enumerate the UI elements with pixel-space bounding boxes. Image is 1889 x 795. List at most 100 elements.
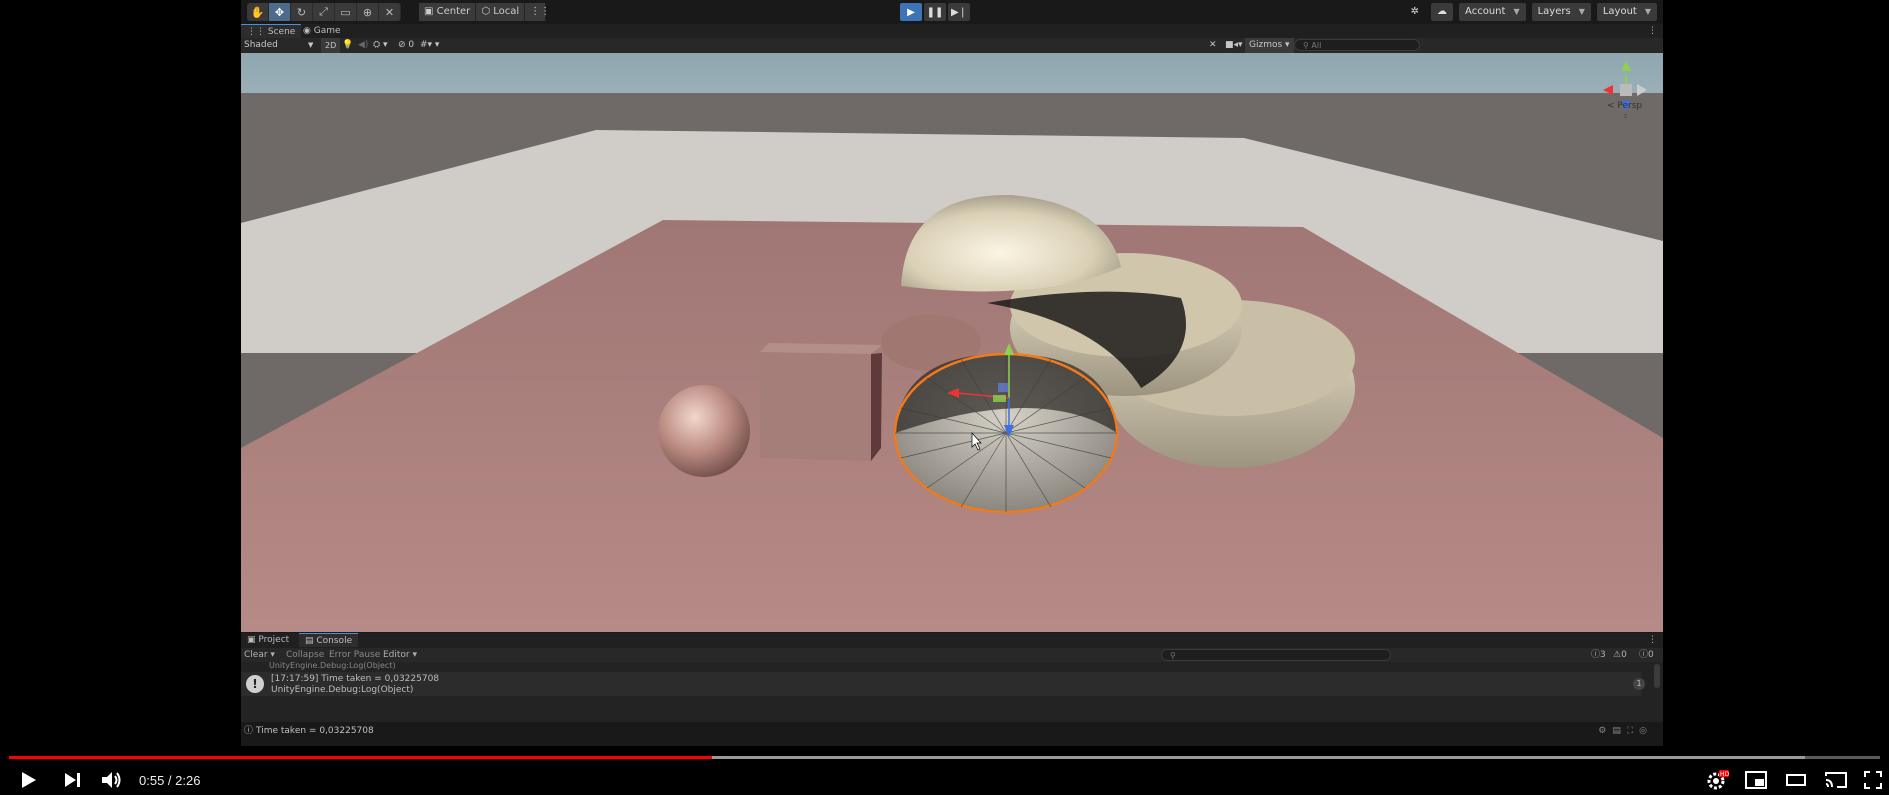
- play-button[interactable]: ▶: [900, 3, 922, 21]
- chevron-down-icon: ▼: [1513, 7, 1520, 16]
- bottom-panel-tabs: ▣ Project ▤ Console ⋮: [241, 633, 1663, 648]
- scene-search-input[interactable]: ⚲ All: [1294, 39, 1420, 51]
- play-icon[interactable]: [18, 768, 38, 792]
- more-options-icon[interactable]: ⋮: [1642, 24, 1663, 38]
- hidden-count: 0: [408, 40, 415, 50]
- effects-toggle-icon[interactable]: ⛭ ▾: [373, 38, 388, 53]
- chevron-down-icon: ▼: [1644, 7, 1651, 16]
- layout-dropdown[interactable]: Layout ▼: [1596, 3, 1657, 21]
- move-tool-icon[interactable]: ✥: [269, 3, 291, 21]
- error-filter-toggle[interactable]: ⓘ0: [1639, 648, 1654, 662]
- hand-tool-icon[interactable]: ✋: [247, 3, 269, 21]
- transform-tool-icon[interactable]: ⊕: [357, 3, 379, 21]
- cube-object[interactable]: [760, 343, 882, 461]
- chevron-down-icon: ▼: [1578, 7, 1585, 16]
- view-tabs: ⋮⋮ Scene ◉ Game ⋮: [241, 24, 1663, 38]
- editor-dropdown[interactable]: Editor ▾: [383, 648, 417, 662]
- sphere-object[interactable]: [658, 385, 750, 477]
- 2d-toggle[interactable]: 2D: [321, 38, 341, 53]
- console-toolbar: Clear ▾ Collapse Error Pause Editor ▾ ⚲ …: [241, 648, 1663, 662]
- miniplayer-icon[interactable]: [1744, 768, 1768, 792]
- pivot-mode-label: Center: [436, 6, 471, 17]
- partial-log-entry[interactable]: UnityEngine.Debug:Log(Object): [269, 662, 1669, 670]
- collab-icon[interactable]: ✲: [1405, 3, 1425, 21]
- info-icon: ⓘ: [244, 726, 254, 736]
- progress-bar[interactable]: [9, 756, 1880, 759]
- cloud-icon[interactable]: ☁: [1431, 3, 1454, 21]
- more-options-icon[interactable]: ⋮: [1642, 633, 1663, 647]
- lighting-toggle-icon[interactable]: 💡: [342, 38, 353, 53]
- clear-button[interactable]: Clear ▾: [244, 648, 275, 662]
- collapse-button[interactable]: Collapse: [286, 648, 324, 662]
- layout-label: Layout: [1602, 6, 1637, 17]
- next-icon[interactable]: [62, 768, 82, 792]
- gizmos-dropdown[interactable]: Gizmos ▾: [1245, 38, 1294, 53]
- log-filter-toggle[interactable]: ⓘ3: [1591, 648, 1606, 662]
- tab-game[interactable]: ◉ Game: [297, 24, 347, 38]
- volume-icon[interactable]: [100, 768, 124, 792]
- 2d-label: 2D: [325, 41, 337, 50]
- log-count-badge: 1: [1633, 678, 1645, 690]
- tab-project-label: Project: [258, 635, 290, 645]
- step-button[interactable]: ▶❘: [948, 3, 970, 21]
- error-pause-button[interactable]: Error Pause: [329, 648, 380, 662]
- theater-mode-icon[interactable]: [1784, 768, 1808, 792]
- custom-tool-icon[interactable]: ✕: [379, 3, 401, 21]
- log-count: 3: [1600, 650, 1606, 660]
- status-icons[interactable]: ⚙▤⛶◎: [1598, 724, 1653, 739]
- account-dropdown[interactable]: Account ▼: [1459, 3, 1526, 21]
- shading-mode-dropdown[interactable]: Shaded ▼: [244, 38, 324, 53]
- playmode-controls: ▶ ❚❚ ▶❘: [900, 3, 970, 21]
- scene-viewport[interactable]: z < Persp: [241, 53, 1663, 632]
- camera-settings-icon[interactable]: ■◂▾: [1225, 38, 1243, 53]
- error-count: 0: [1648, 650, 1654, 660]
- layers-dropdown[interactable]: Layers ▼: [1531, 3, 1591, 21]
- gizmo-center-cube[interactable]: [1620, 84, 1632, 96]
- account-label: Account: [1465, 6, 1506, 17]
- info-icon: !: [246, 675, 264, 693]
- warning-filter-toggle[interactable]: ⚠0: [1613, 648, 1627, 662]
- error-icon: ⓘ: [1639, 650, 1649, 660]
- fullscreen-icon[interactable]: [1863, 768, 1883, 792]
- pivot-mode-button[interactable]: ▣ Center: [419, 3, 477, 21]
- grid-snap-icon[interactable]: ⋮⋮: [525, 3, 550, 21]
- pivot-space-button[interactable]: ⬡ Local: [476, 3, 526, 21]
- console-log-list[interactable]: UnityEngine.Debug:Log(Object) ! [17:17:5…: [241, 662, 1663, 722]
- gizmos-label: Gizmos: [1249, 40, 1283, 50]
- editor-label: Editor: [383, 650, 410, 660]
- selected-hemisphere-object[interactable]: [893, 352, 1119, 514]
- main-toolbar: ✋ ✥ ↻ ⤢ ▭ ⊕ ✕ ▣ Center ⬡ Local ⋮⋮ ▶ ❚❚ ▶…: [241, 0, 1663, 25]
- clear-label: Clear: [244, 650, 268, 660]
- tools-icon[interactable]: ✕: [1209, 38, 1217, 53]
- hidden-objects-toggle[interactable]: ⊘ 0: [398, 38, 414, 53]
- rect-tool-icon[interactable]: ▭: [335, 3, 357, 21]
- scale-tool-icon[interactable]: ⤢: [313, 3, 335, 21]
- tab-console-label: Console: [316, 636, 353, 646]
- unity-editor-window: ✋ ✥ ↻ ⤢ ▭ ⊕ ✕ ▣ Center ⬡ Local ⋮⋮ ▶ ❚❚ ▶…: [241, 0, 1663, 746]
- scene-render: z: [241, 53, 1663, 632]
- tab-project[interactable]: ▣ Project: [241, 633, 295, 647]
- grid-toggle-icon[interactable]: #▾ ▾: [420, 38, 439, 53]
- log-entry[interactable]: ! [17:17:59] Time taken = 0,03225708 Uni…: [241, 672, 1645, 696]
- projection-label[interactable]: < Persp: [1607, 101, 1642, 111]
- time-display: 0:55 / 2:26: [139, 772, 201, 788]
- settings-icon[interactable]: HD: [1705, 768, 1729, 792]
- cast-icon[interactable]: [1823, 768, 1849, 792]
- status-message[interactable]: Time taken = 0,03225708: [256, 724, 374, 739]
- pivot-controls: ▣ Center ⬡ Local ⋮⋮: [419, 3, 550, 21]
- console-search-input[interactable]: ⚲: [1161, 649, 1391, 661]
- console-scrollbar[interactable]: [1654, 664, 1660, 688]
- tab-game-label: Game: [313, 26, 341, 36]
- log-entry-line1: [17:17:59] Time taken = 0,03225708: [271, 674, 440, 684]
- collapse-label: Collapse: [286, 650, 325, 660]
- log-entry-line2: UnityEngine.Debug:Log(Object): [271, 685, 414, 695]
- tab-console[interactable]: ▤ Console: [299, 633, 359, 647]
- rotate-tool-icon[interactable]: ↻: [291, 3, 313, 21]
- tab-scene[interactable]: ⋮⋮ Scene: [241, 24, 302, 38]
- tab-scene-label: Scene: [267, 27, 296, 37]
- played-bar: [9, 756, 713, 759]
- audio-toggle-icon[interactable]: ◀): [358, 38, 368, 53]
- pause-button[interactable]: ❚❚: [924, 3, 946, 21]
- pivot-space-label: Local: [493, 6, 520, 17]
- svg-text:z: z: [1624, 113, 1627, 120]
